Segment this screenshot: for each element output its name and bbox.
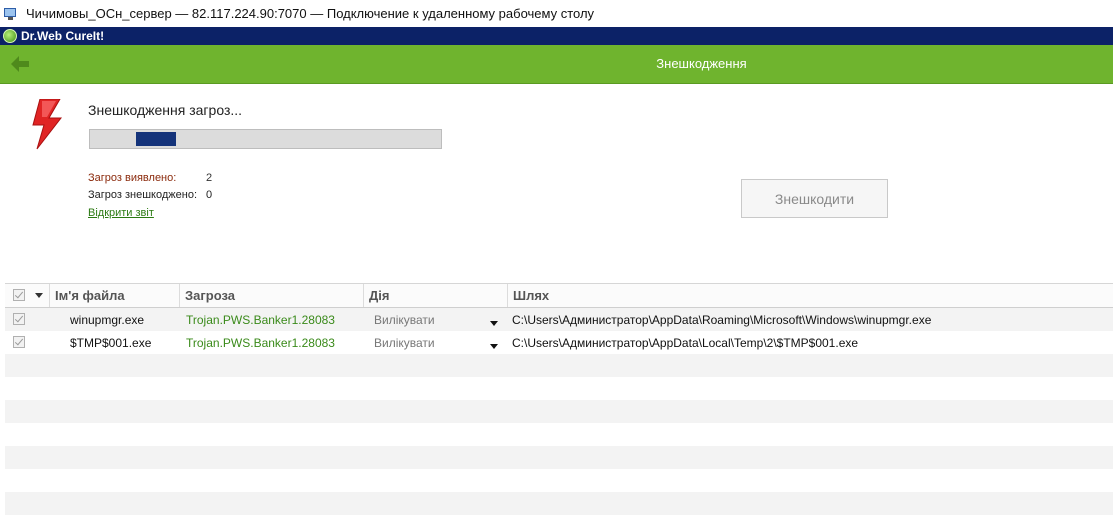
row-file-name: winupmgr.exe xyxy=(70,312,145,327)
empty-row xyxy=(5,400,1113,423)
page-header: Знешкодження xyxy=(0,45,1113,84)
row-path: C:\Users\Администратор\AppData\Local\Tem… xyxy=(512,335,859,350)
row-action-select[interactable]: Вилікувати xyxy=(364,313,508,327)
row-checkbox[interactable] xyxy=(13,313,25,325)
progress-fill xyxy=(136,132,176,146)
row-action-select[interactable]: Вилікувати xyxy=(364,336,508,350)
empty-row xyxy=(5,377,1113,400)
table-row[interactable]: winupmgr.exe Trojan.PWS.Banker1.28083 Ви… xyxy=(5,308,1113,331)
empty-row xyxy=(5,492,1113,515)
app-title: Dr.Web CureIt! xyxy=(21,29,105,43)
threats-neutralized-value: 0 xyxy=(206,189,213,201)
empty-row xyxy=(5,354,1113,377)
threats-neutralized-label: Загроз знешкоджено: xyxy=(88,189,198,201)
dropdown-arrow-icon[interactable] xyxy=(35,293,43,298)
row-file-name: $TMP$001.exe xyxy=(70,335,152,350)
column-header-action[interactable]: Дія xyxy=(364,284,508,307)
remote-desktop-icon xyxy=(4,7,18,21)
row-action-value: Вилікувати xyxy=(374,335,435,350)
rdp-title: Чичимовы_ОСн_сервер — 82.117.224.90:7070… xyxy=(26,6,595,21)
select-all-column[interactable] xyxy=(5,284,50,307)
empty-row xyxy=(5,423,1113,446)
lightning-bolt-icon xyxy=(30,98,66,151)
row-threat-name: Trojan.PWS.Banker1.28083 xyxy=(186,335,335,350)
empty-row xyxy=(5,469,1113,492)
threats-found-label: Загроз виявлено: xyxy=(88,172,177,184)
row-path: C:\Users\Администратор\AppData\Roaming\M… xyxy=(512,312,932,327)
column-header-file[interactable]: Ім'я файла xyxy=(50,284,180,307)
threats-found: Загроз виявлено: 2 xyxy=(88,172,212,184)
progress-bar xyxy=(89,129,442,149)
app-title-bar[interactable]: Dr.Web CureIt! xyxy=(0,27,1113,45)
row-checkbox[interactable] xyxy=(13,336,25,348)
select-all-checkbox[interactable] xyxy=(13,289,25,301)
table-row[interactable]: $TMP$001.exe Trojan.PWS.Banker1.28083 Ви… xyxy=(5,331,1113,354)
chevron-down-icon[interactable] xyxy=(490,343,498,349)
row-threat-name: Trojan.PWS.Banker1.28083 xyxy=(186,312,335,327)
column-header-path[interactable]: Шлях xyxy=(508,284,1113,307)
open-report-link[interactable]: Відкрити звіт xyxy=(88,207,154,219)
neutralize-button[interactable]: Знешкодити xyxy=(741,179,888,218)
threats-neutralized: Загроз знешкоджено: 0 xyxy=(88,189,212,201)
page-title: Знешкодження xyxy=(656,56,747,71)
drweb-logo-icon xyxy=(3,29,17,43)
status-message: Знешкодження загроз... xyxy=(88,102,243,118)
threats-table: Ім'я файла Загроза Дія Шлях winupmgr.exe… xyxy=(5,283,1113,515)
column-header-threat[interactable]: Загроза xyxy=(180,284,364,307)
row-action-value: Вилікувати xyxy=(374,312,435,327)
rdp-title-bar[interactable]: Чичимовы_ОСн_сервер — 82.117.224.90:7070… xyxy=(0,0,1113,27)
threats-found-value: 2 xyxy=(206,172,213,184)
empty-row xyxy=(5,446,1113,469)
table-header: Ім'я файла Загроза Дія Шлях xyxy=(5,283,1113,308)
chevron-down-icon[interactable] xyxy=(490,320,498,326)
